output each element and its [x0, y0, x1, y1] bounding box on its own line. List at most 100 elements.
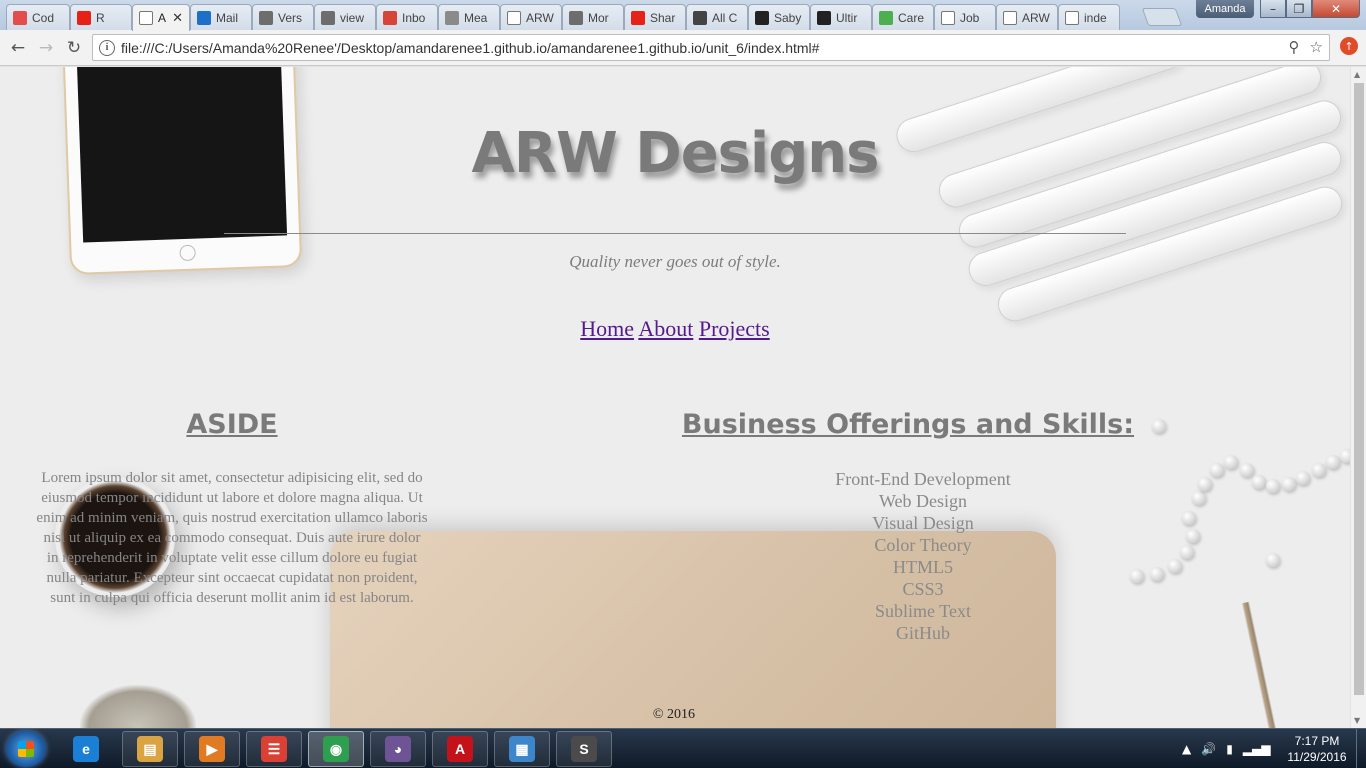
skill-item: Sublime Text — [875, 601, 971, 621]
we-icon — [693, 10, 707, 25]
tab-title: Mail — [216, 10, 239, 25]
skills-heading: Business Offerings and Skills: — [681, 409, 1135, 440]
scroll-down-icon[interactable]: ▼ — [1354, 716, 1360, 725]
browser-tab[interactable]: Vers — [252, 4, 314, 30]
skill-item: Front-End Development — [835, 469, 1011, 489]
close-window-button[interactable]: ✕ — [1312, 0, 1360, 18]
nav-about-link[interactable]: About — [638, 316, 693, 341]
file-explorer-icon: ▤ — [137, 736, 163, 762]
skill-item: GitHub — [896, 623, 950, 643]
url-text[interactable]: file:///C:/Users/Amanda%20Renee'/Desktop… — [121, 40, 819, 56]
nav-home-link[interactable]: Home — [580, 316, 634, 341]
nav-projects-link[interactable]: Projects — [699, 316, 770, 341]
photo-viewer-icon: ▦ — [509, 736, 535, 762]
tab-title: view — [340, 10, 365, 25]
browser-tab[interactable]: view — [314, 4, 376, 30]
tray-expand-icon[interactable]: ▲ — [1182, 742, 1191, 756]
browser-tab[interactable]: A ✕ — [132, 4, 190, 31]
start-button[interactable] — [6, 731, 46, 767]
tab-close-icon[interactable]: ✕ — [172, 10, 183, 26]
new-tab-button[interactable] — [1141, 8, 1183, 26]
pearl — [1312, 463, 1326, 477]
tab-title: Ultir — [836, 10, 858, 25]
browser-tab[interactable]: Ultir — [810, 4, 872, 30]
browser-tab[interactable]: Care — [872, 4, 934, 30]
minimize-button[interactable]: – — [1260, 0, 1286, 18]
pearl — [1340, 449, 1350, 463]
site-title: ARW Designs — [471, 121, 879, 186]
network-icon[interactable]: ▂▄▆ — [1243, 742, 1271, 756]
pearl — [1296, 471, 1310, 485]
browser-tab[interactable]: R — [70, 4, 132, 30]
pearl — [1282, 477, 1296, 491]
browser-tab[interactable]: All C — [686, 4, 748, 30]
sublime-text-icon: S — [571, 736, 597, 762]
reload-button[interactable]: ↻ — [62, 36, 86, 60]
aside-paragraph: Lorem ipsum dolor sit amet, consectetur … — [36, 470, 428, 606]
page-footer: © 2016 — [652, 707, 696, 722]
tab-title: Vers — [278, 10, 303, 25]
vertical-scrollbar[interactable]: ▲ ▼ — [1350, 67, 1366, 728]
scroll-up-icon[interactable]: ▲ — [1354, 70, 1360, 79]
pearl — [1224, 455, 1238, 469]
zoom-icon[interactable]: ⚲ — [1289, 38, 1300, 56]
scroll-thumb[interactable] — [1354, 83, 1364, 695]
clock-time: 7:17 PM — [1294, 734, 1340, 748]
github-desktop-icon: ◕ — [385, 736, 411, 762]
browser-tab[interactable]: Mor — [562, 4, 624, 30]
maximize-button[interactable]: ❐ — [1286, 0, 1312, 18]
tab-title: Inbo — [402, 10, 426, 25]
pearl — [1240, 463, 1254, 477]
taskbar-button[interactable]: ▶ — [184, 731, 240, 767]
pearl — [1266, 553, 1280, 567]
b-icon — [259, 10, 273, 25]
browser-tab[interactable]: Cod — [6, 4, 70, 30]
tab-title: inde — [1084, 10, 1107, 25]
address-bar[interactable]: i file:///C:/Users/Amanda%20Renee'/Deskt… — [92, 34, 1330, 61]
browser-tab[interactable]: Mail — [190, 4, 252, 30]
pearl — [1252, 475, 1266, 489]
youtube-icon — [77, 10, 91, 25]
taskbar-button[interactable]: ▤ — [122, 731, 178, 767]
leaf-icon — [879, 10, 893, 25]
acrobat-icon: A — [447, 736, 473, 762]
page-icon — [1065, 10, 1079, 25]
profile-button[interactable]: Amanda — [1196, 0, 1254, 18]
tab-title: Saby — [774, 10, 802, 25]
tagline: Quality never goes out of style. — [569, 252, 781, 271]
back-button[interactable]: ← — [6, 36, 30, 60]
bookmark-star-icon[interactable]: ☆ — [1310, 38, 1323, 56]
browser-tab[interactable]: Mea — [438, 4, 500, 30]
page-icon — [941, 10, 955, 25]
browser-tab[interactable]: Shar — [624, 4, 686, 30]
forward-button[interactable]: → — [34, 36, 58, 60]
taskbar-button[interactable]: A — [432, 731, 488, 767]
volume-icon[interactable]: 🔊 — [1201, 742, 1216, 756]
taskbar-button[interactable]: ☰ — [246, 731, 302, 767]
tab-title: All C — [712, 10, 738, 25]
info-icon[interactable]: i — [99, 39, 115, 56]
skills-list: Front-End Development Web Design Visual … — [772, 468, 1074, 644]
browser-tab[interactable]: ARW — [500, 4, 562, 30]
tab-title: Shar — [650, 10, 676, 25]
pearl — [1210, 463, 1224, 477]
tab-title: Cod — [32, 10, 55, 25]
browser-tab[interactable]: ARW — [996, 4, 1058, 30]
taskbar-button[interactable]: ▦ — [494, 731, 550, 767]
extension-icon[interactable]: ↑ — [1340, 37, 1358, 55]
clock[interactable]: 7:17 PM 11/29/2016 — [1282, 733, 1352, 765]
browser-tab[interactable]: Saby — [748, 4, 810, 30]
title-divider — [224, 233, 1126, 234]
browser-tab[interactable]: Job — [934, 4, 996, 30]
taskbar-button[interactable]: e — [58, 731, 114, 767]
taskbar-button[interactable]: ◕ — [370, 731, 426, 767]
pb-icon — [755, 10, 769, 25]
taskbar-button[interactable]: S — [556, 731, 612, 767]
skill-item: Web Design — [878, 491, 968, 511]
taskbar-button[interactable]: ◉ — [308, 731, 364, 767]
show-desktop-button[interactable] — [1356, 729, 1366, 768]
skill-item: Visual Design — [872, 513, 974, 533]
battery-icon[interactable]: ▮ — [1226, 742, 1233, 756]
browser-tab[interactable]: inde — [1058, 4, 1120, 30]
browser-tab[interactable]: Inbo — [376, 4, 438, 30]
